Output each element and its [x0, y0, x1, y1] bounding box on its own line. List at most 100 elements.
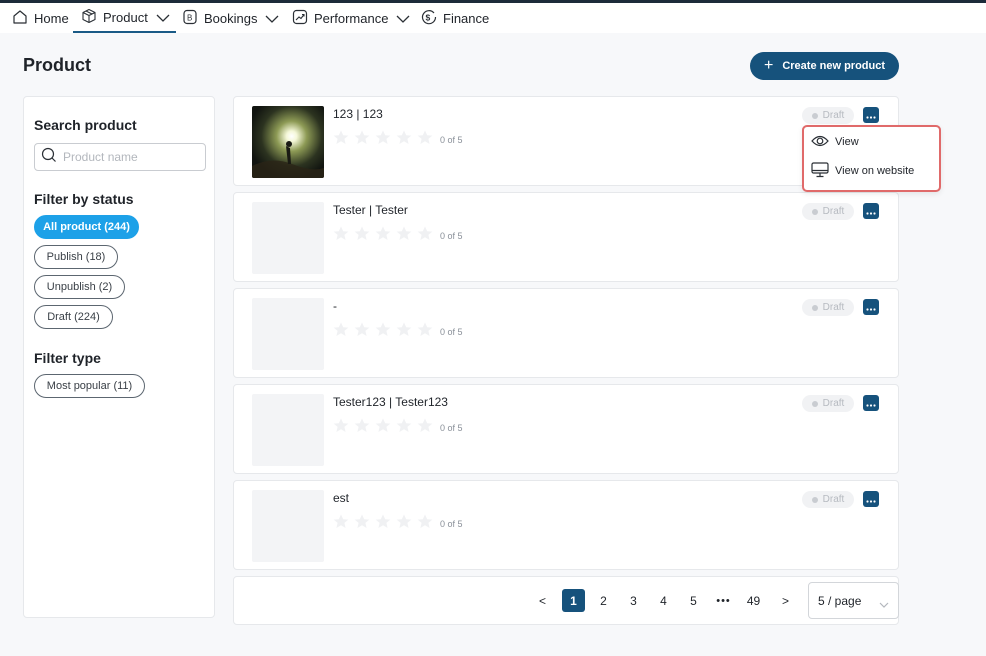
page-button-last[interactable]: 49: [742, 589, 765, 612]
product-title[interactable]: 123 | 123: [333, 107, 383, 121]
menu-item-view-label: View: [835, 136, 859, 148]
product-title[interactable]: est: [333, 491, 349, 505]
page-button-3[interactable]: 3: [622, 589, 645, 612]
type-heading: Filter type: [34, 350, 101, 366]
bookings-icon: B: [182, 9, 198, 28]
page-button-1[interactable]: 1: [562, 589, 585, 612]
page-button-5[interactable]: 5: [682, 589, 705, 612]
options-menu: View View on website: [802, 125, 941, 192]
nav-home[interactable]: Home: [12, 3, 69, 33]
nav-finance-label: Finance: [443, 10, 490, 26]
status-badge: Draft: [802, 395, 854, 412]
more-options-button[interactable]: [863, 395, 879, 411]
filter-most-popular[interactable]: Most popular (11): [34, 374, 145, 398]
product-title[interactable]: Tester | Tester: [333, 203, 408, 217]
rating-stars: 0 of 5: [333, 514, 463, 534]
top-nav: Home Product B Bookings Performance $ Fi…: [0, 3, 986, 33]
search-field[interactable]: [34, 143, 206, 171]
nav-bookings[interactable]: B Bookings: [182, 3, 279, 33]
menu-item-view-on-website[interactable]: View on website: [811, 160, 914, 182]
star-icon: [333, 226, 349, 246]
nav-product[interactable]: Product: [73, 3, 176, 33]
next-page-button[interactable]: >: [774, 589, 797, 612]
rating-text: 0 of 5: [440, 327, 463, 337]
product-title[interactable]: Tester123 | Tester123: [333, 395, 448, 409]
star-icon: [354, 418, 370, 438]
product-image-placeholder[interactable]: [252, 298, 324, 370]
star-icon: [396, 418, 412, 438]
create-product-label: Create new product: [782, 60, 886, 72]
status-badge: Draft: [802, 203, 854, 220]
rating-text: 0 of 5: [440, 519, 463, 529]
status-badge: Draft: [802, 299, 854, 316]
status-label: Draft: [822, 110, 845, 121]
filter-draft[interactable]: Draft (224): [34, 305, 113, 329]
product-image-placeholder[interactable]: [252, 394, 324, 466]
star-icon: [354, 226, 370, 246]
filter-sidebar: Search product Filter by status All prod…: [23, 96, 215, 618]
star-icon: [417, 514, 433, 534]
more-options-button[interactable]: [863, 107, 879, 123]
search-input[interactable]: [63, 150, 203, 164]
page-button-4[interactable]: 4: [652, 589, 675, 612]
page-size-select[interactable]: 5 / page: [808, 582, 899, 619]
home-icon: [12, 9, 28, 28]
product-image-placeholder[interactable]: [252, 202, 324, 274]
rating-text: 0 of 5: [440, 231, 463, 241]
page-size-value: 5 / page: [818, 593, 862, 608]
rating-stars: 0 of 5: [333, 130, 463, 150]
star-icon: [354, 514, 370, 534]
more-icon: [866, 490, 876, 508]
menu-item-view-on-website-label: View on website: [835, 165, 915, 177]
status-label: Draft: [822, 206, 845, 217]
status-dot: [811, 112, 818, 119]
more-options-button[interactable]: [863, 203, 879, 219]
product-image[interactable]: [252, 106, 324, 178]
filter-unpublish[interactable]: Unpublish (2): [34, 275, 125, 299]
status-heading: Filter by status: [34, 191, 134, 207]
rating-text: 0 of 5: [440, 423, 463, 433]
nav-bookings-label: Bookings: [204, 10, 258, 26]
jump-next-pages-button[interactable]: •••: [712, 589, 735, 612]
trend-icon: [292, 9, 308, 28]
status-dot: [811, 400, 818, 407]
more-icon: [866, 106, 876, 124]
rating-text: 0 of 5: [440, 135, 463, 145]
star-icon: [354, 130, 370, 150]
rating-stars: 0 of 5: [333, 226, 463, 246]
rating-stars: 0 of 5: [333, 322, 463, 342]
star-icon: [375, 226, 391, 246]
more-icon: [866, 394, 876, 412]
svg-text:$: $: [426, 12, 431, 22]
star-icon: [333, 130, 349, 150]
star-icon: [396, 322, 412, 342]
more-options-button[interactable]: [863, 491, 879, 507]
more-icon: [866, 298, 876, 316]
page-button-2[interactable]: 2: [592, 589, 615, 612]
pagination-bar: < 1 2 3 4 5 ••• 49 > 5 / page: [233, 576, 899, 625]
rating-stars: 0 of 5: [333, 418, 463, 438]
star-icon: [417, 418, 433, 438]
product-image-placeholder[interactable]: [252, 490, 324, 562]
page-title: Product: [23, 55, 92, 75]
product-title[interactable]: -: [333, 299, 337, 313]
product-card: 123 | 123 0 of 5 Draft: [233, 96, 899, 186]
status-label: Draft: [822, 302, 845, 313]
menu-item-view[interactable]: View: [811, 131, 859, 153]
status-badge: Draft: [802, 491, 854, 508]
more-options-button[interactable]: [863, 299, 879, 315]
dollar-icon: $: [421, 9, 437, 28]
filter-all-product[interactable]: All product (244): [34, 215, 139, 239]
prev-page-button[interactable]: <: [531, 589, 554, 612]
svg-text:B: B: [187, 13, 192, 22]
star-icon: [396, 130, 412, 150]
create-product-button[interactable]: + Create new product: [750, 52, 899, 80]
nav-product-label: Product: [103, 9, 148, 25]
monitor-icon: [811, 161, 829, 181]
nav-home-label: Home: [34, 10, 69, 26]
product-card: - 0 of 5 Draft: [233, 288, 899, 378]
nav-finance[interactable]: $ Finance: [421, 3, 489, 33]
filter-publish[interactable]: Publish (18): [34, 245, 118, 269]
status-badge: Draft: [802, 107, 854, 124]
nav-performance[interactable]: Performance: [292, 3, 410, 33]
